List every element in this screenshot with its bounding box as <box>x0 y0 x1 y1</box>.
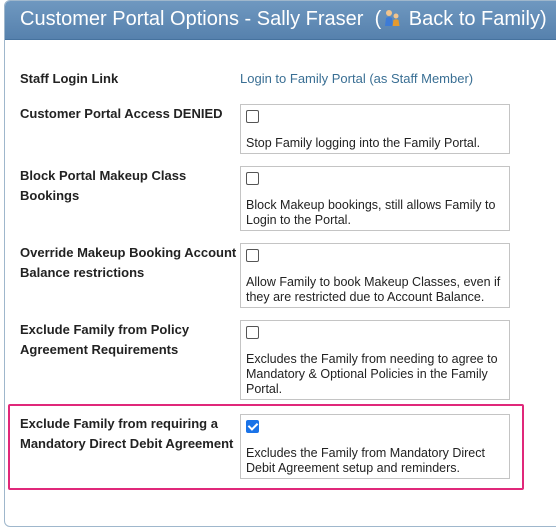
back-to-family-label: Back to Family) <box>408 8 547 30</box>
option-description: Excludes the Family from needing to agre… <box>246 352 498 396</box>
staff-login-label: Staff Login Link <box>20 71 119 86</box>
option-label-portal-access-denied: Customer Portal Access DENIED <box>20 106 223 121</box>
option-box-exclude-direct-debit: Excludes the Family from Mandatory Direc… <box>240 414 510 479</box>
option-description: Stop Family logging into the Family Port… <box>246 136 481 150</box>
option-label-exclude-policy: Exclude Family from Policy Agreement Req… <box>20 322 190 357</box>
staff-login-link[interactable]: Login to Family Portal (as Staff Member) <box>240 71 473 86</box>
page-title: Customer Portal Options - Sally Fraser (… <box>20 8 547 31</box>
page-title-text: Customer Portal Options - Sally Fraser <box>20 8 364 30</box>
option-label-override-balance: Override Makeup Booking Account Balance … <box>20 245 237 280</box>
family-icon <box>385 10 400 26</box>
block-makeup-checkbox[interactable] <box>246 172 259 185</box>
option-label-block-makeup: Block Portal Makeup Class Bookings <box>20 168 187 203</box>
exclude-direct-debit-checkbox[interactable] <box>246 420 259 433</box>
portal-access-denied-checkbox[interactable] <box>246 110 259 123</box>
back-to-family-link[interactable]: ( Back to Family) <box>369 8 547 30</box>
override-balance-checkbox[interactable] <box>246 249 259 262</box>
option-description: Block Makeup bookings, still allows Fami… <box>246 198 496 227</box>
option-box-override-balance: Allow Family to book Makeup Classes, eve… <box>240 243 510 308</box>
option-label-exclude-direct-debit: Exclude Family from requiring a Mandator… <box>20 416 234 451</box>
option-description: Allow Family to book Makeup Classes, eve… <box>246 275 501 304</box>
option-description: Excludes the Family from Mandatory Direc… <box>246 446 485 475</box>
panel-header: Customer Portal Options - Sally Fraser (… <box>5 1 556 40</box>
option-box-exclude-policy: Excludes the Family from needing to agre… <box>240 320 510 400</box>
option-box-portal-access-denied: Stop Family logging into the Family Port… <box>240 104 510 154</box>
option-box-block-makeup: Block Makeup bookings, still allows Fami… <box>240 166 510 231</box>
exclude-policy-checkbox[interactable] <box>246 326 259 339</box>
back-paren: ( <box>374 8 382 30</box>
